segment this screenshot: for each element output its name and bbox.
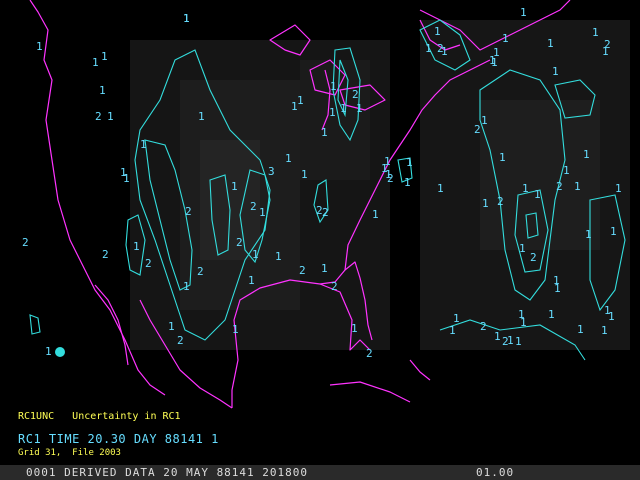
contour-label: 1 (502, 32, 509, 45)
contour-label: 3 (268, 165, 275, 178)
contour-label: 2 (322, 206, 329, 219)
contour-label: 2 (437, 42, 444, 55)
contour-label: 1 (547, 37, 554, 50)
contour-label: 1 (372, 208, 379, 221)
contour-label: 1 (123, 172, 130, 185)
contour-label: 1 (384, 155, 391, 168)
contour-label: 1 (601, 324, 608, 337)
contour-label: 1 (340, 102, 347, 115)
contour-label: 2 (480, 320, 487, 333)
contour-label: 1 (493, 46, 500, 59)
contour-label: 1 (297, 94, 304, 107)
contour-label: 2 (250, 200, 257, 213)
contour-label: 1 (183, 12, 190, 25)
contour-label: 1 (548, 308, 555, 321)
contour-label: 2 (197, 265, 204, 278)
grid-caption: Grid 31, File 2003 (18, 448, 121, 458)
contour-label: 1 (583, 148, 590, 161)
contour-label: 2 (236, 236, 243, 249)
status-bar: 0001 DERIVED DATA 20 MAY 88141 201800 01… (0, 465, 640, 480)
contour-label: 1 (519, 242, 526, 255)
contour-label: 1 (449, 324, 456, 337)
contour-label: 2 (102, 248, 109, 261)
contour-label: 2 (530, 251, 537, 264)
contour-label: 1 (198, 110, 205, 123)
contour-label: 1 (602, 45, 609, 58)
contour-label: 1 (321, 126, 328, 139)
contour-label: 1 (385, 168, 392, 181)
contour-label: 2 (474, 123, 481, 136)
contour-label: 1 (615, 182, 622, 195)
contour-label: 1 (574, 180, 581, 193)
contour-label: 2 (556, 180, 563, 193)
contour-label: 1 (99, 84, 106, 97)
contour-label: 1 (140, 138, 147, 151)
contour-label: 1 (107, 110, 114, 123)
contour-label: 2 (177, 334, 184, 347)
contour-label: 2 (185, 205, 192, 218)
status-bar-left: 0001 DERIVED DATA 20 MAY 88141 201800 (26, 466, 309, 479)
contour-label: 1 (554, 282, 561, 295)
contour-label: 1 (518, 308, 525, 321)
contour-label: 1 (592, 26, 599, 39)
contour-label: 1 (133, 240, 140, 253)
contour-label: 1 (285, 152, 292, 165)
contour-label: 1 (301, 168, 308, 181)
contour-label: 1 (610, 225, 617, 238)
contour-label: 1 (248, 274, 255, 287)
contour-label: 1 (291, 100, 298, 113)
contour-label: 1 (252, 248, 259, 261)
contour-label: 1 (404, 176, 411, 189)
contour-label: 2 (366, 347, 373, 360)
variable-caption: RC1UNC Uncertainty in RC1 (18, 411, 181, 422)
station-marker (55, 347, 65, 357)
contour-label: 1 (275, 250, 282, 263)
contour-label: 1 (231, 180, 238, 193)
contour-label: 1 (406, 156, 413, 169)
contour-label: 1 (45, 345, 52, 358)
contour-label: 1 (515, 335, 522, 348)
contour-label: 1 (259, 206, 266, 219)
contour-label: 1 (321, 262, 328, 275)
contour-label: 1 (356, 102, 363, 115)
contour-label: 1 (434, 25, 441, 38)
contour-label: 1 (330, 80, 337, 93)
contour-label: 1 (232, 323, 239, 336)
contour-label: 1 (563, 164, 570, 177)
uncertainty-contour-map: 111112 1 1111212212 121 12112112 1211111211 1 1… (0, 0, 640, 480)
contour-label: 1 (329, 106, 336, 119)
contour-label: 2 (22, 236, 29, 249)
contour-label: 2 (95, 110, 102, 123)
contour-label: 1 (577, 323, 584, 336)
contour-label: 2 (331, 280, 338, 293)
time-caption: RC1 TIME 20.30 DAY 88141 1 (18, 432, 219, 446)
contour-label: 1 (499, 151, 506, 164)
contour-label: 1 (351, 322, 358, 335)
contour-label: 1 (36, 40, 43, 53)
contour-label: 1 (92, 56, 99, 69)
contour-label: 2 (497, 195, 504, 208)
contour-label: 2 (352, 88, 359, 101)
contour-label: 1 (481, 114, 488, 127)
contour-label: 1 (482, 197, 489, 210)
contour-label: 1 (520, 6, 527, 19)
contour-label: 1 (494, 330, 501, 343)
contour-label: 1 (522, 182, 529, 195)
contour-label: 1 (585, 228, 592, 241)
contour-label: 2 (299, 264, 306, 277)
contour-label: 1 (507, 334, 514, 347)
contour-label: 1 (552, 65, 559, 78)
satellite-background (0, 0, 640, 480)
contour-label: 1 (183, 280, 190, 293)
contour-label: 1 (608, 310, 615, 323)
contour-label: 1 (534, 188, 541, 201)
contour-label: 1 (101, 50, 108, 63)
contour-label: 2 (145, 257, 152, 270)
contour-label: 1 (168, 320, 175, 333)
contour-label: 1 (425, 42, 432, 55)
contour-label: 1 (437, 182, 444, 195)
status-bar-right: 01.00 (476, 466, 515, 479)
